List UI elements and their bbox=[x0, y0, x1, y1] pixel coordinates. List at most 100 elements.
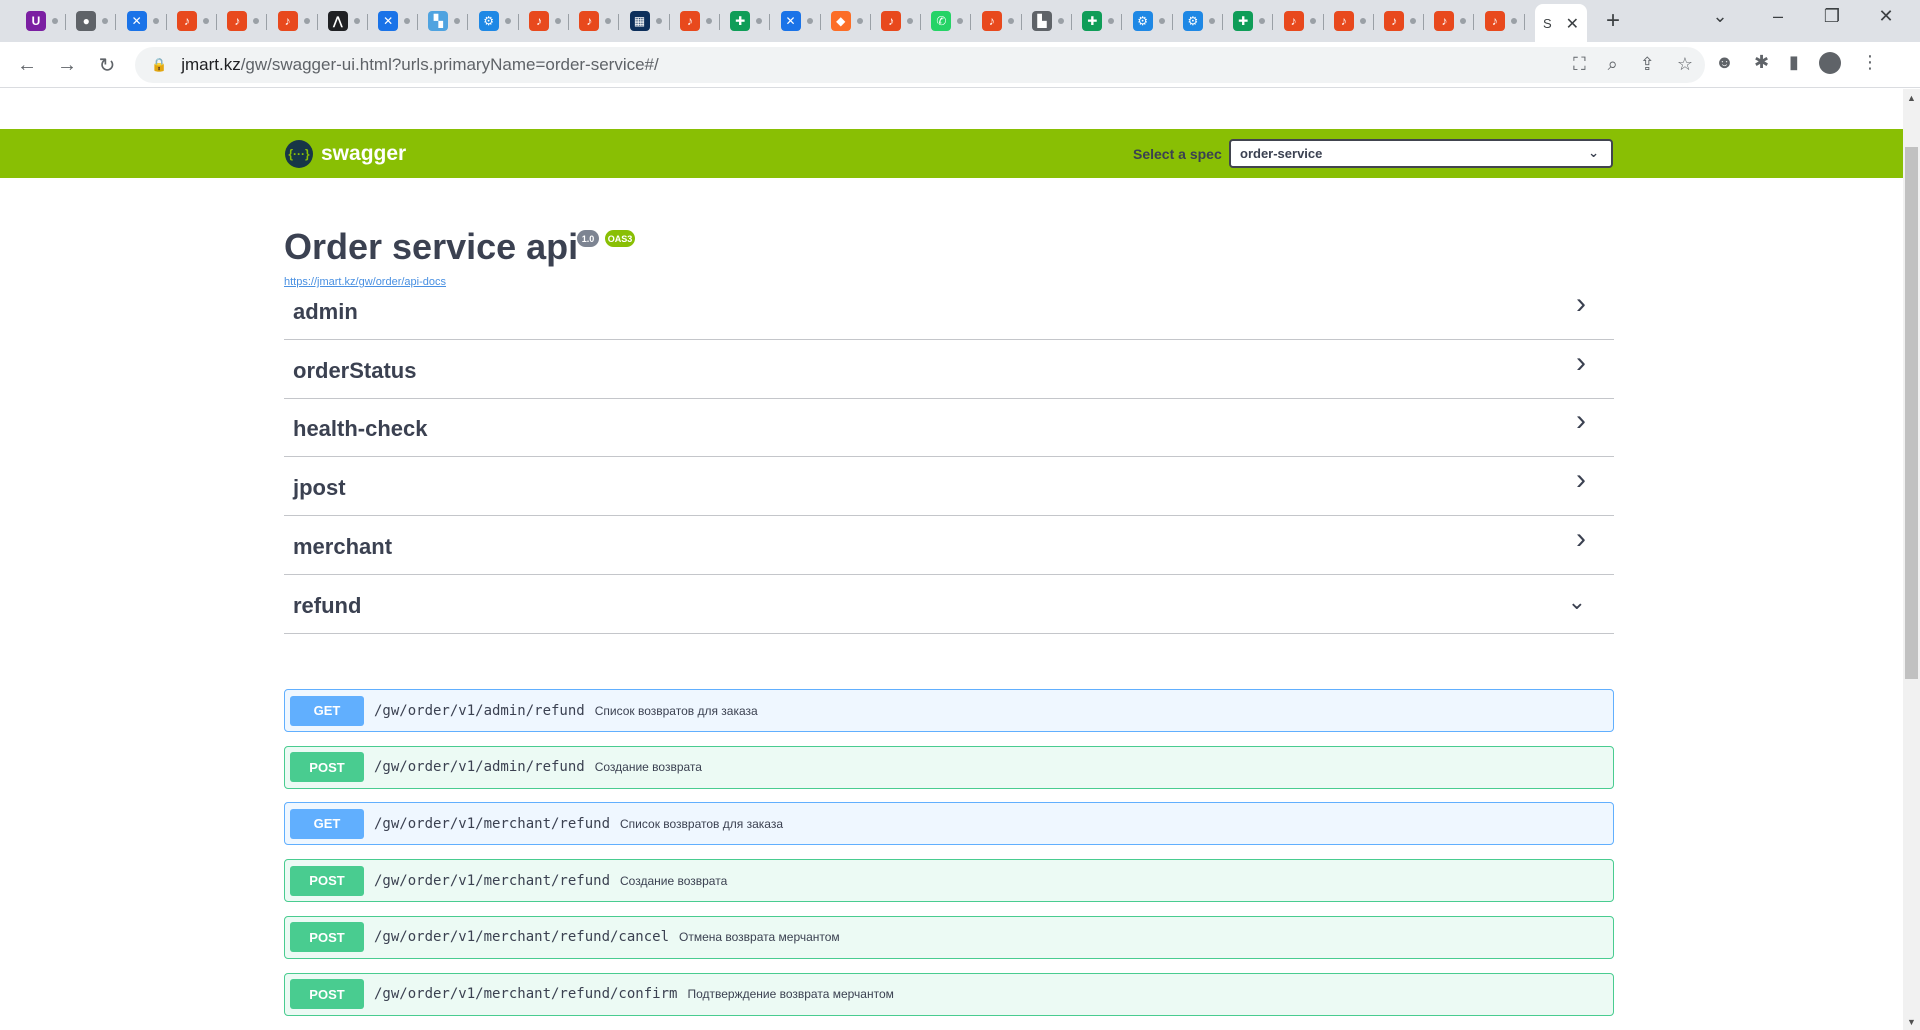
tab-separator bbox=[668, 14, 670, 30]
tab-separator bbox=[215, 14, 217, 30]
tab-indicator-icon bbox=[856, 18, 863, 24]
spec-select[interactable]: order-service ⌄ bbox=[1229, 139, 1613, 168]
extension-icon[interactable]: ☻ bbox=[1715, 52, 1734, 74]
tab-indicator-icon bbox=[1007, 18, 1014, 24]
tab-favicon-icon: ♪ bbox=[679, 11, 700, 31]
browser-tab[interactable]: ▦ bbox=[622, 6, 670, 36]
browser-tab[interactable]: ✕ bbox=[119, 6, 167, 36]
browser-tab[interactable]: ♪ bbox=[974, 6, 1022, 36]
operation-summary: Список возвратов для заказа bbox=[594, 703, 758, 718]
browser-tab[interactable]: ⚙ bbox=[471, 6, 519, 36]
browser-tab[interactable]: ♪ bbox=[219, 6, 268, 36]
chevron-right-icon[interactable]: › bbox=[1576, 522, 1586, 556]
operation-block[interactable]: POST/gw/order/v1/merchant/refund/confirm… bbox=[284, 972, 1614, 1016]
tab-separator bbox=[1423, 14, 1425, 30]
zoom-icon[interactable]: ⌕ bbox=[1608, 54, 1618, 75]
scroll-down-icon[interactable]: ▼ bbox=[1903, 1013, 1920, 1030]
browser-tab[interactable]: ✚ bbox=[722, 6, 771, 36]
tag-section-admin[interactable]: admin › bbox=[284, 281, 1614, 340]
operation-block[interactable]: POST/gw/order/v1/merchant/refund Создание… bbox=[284, 859, 1614, 903]
tab-favicon-icon: ▙ bbox=[1032, 11, 1052, 31]
swagger-logo[interactable]: {···} swagger bbox=[285, 140, 406, 168]
tab-indicator-icon bbox=[1510, 18, 1517, 24]
close-tab-icon[interactable]: ✕ bbox=[1566, 14, 1579, 34]
method-badge: POST bbox=[290, 922, 364, 953]
browser-tab[interactable]: ● bbox=[68, 6, 117, 36]
new-tab-button[interactable]: + bbox=[1600, 7, 1626, 34]
operation-path: /gw/order/v1/merchant/refund bbox=[374, 872, 611, 889]
operation-block[interactable]: GET/gw/order/v1/merchant/refund Список во… bbox=[284, 802, 1614, 846]
translate-icon[interactable]: ⛶ bbox=[1573, 54, 1586, 75]
browser-tab[interactable]: ♪ bbox=[571, 6, 620, 36]
browser-tab[interactable]: ▙ bbox=[1024, 6, 1072, 36]
operation-summary: Создание возврата bbox=[620, 873, 728, 888]
chevron-down-icon: ⌄ bbox=[1588, 145, 1599, 160]
browser-tab[interactable]: ✕ bbox=[773, 6, 821, 36]
tab-separator bbox=[1523, 14, 1525, 30]
browser-tab[interactable]: ♪ bbox=[270, 6, 318, 36]
tab-indicator-icon bbox=[1108, 18, 1115, 24]
share-icon[interactable]: ⇪ bbox=[1640, 54, 1655, 75]
active-tab[interactable]: S ✕ bbox=[1535, 4, 1587, 42]
chevron-down-icon[interactable]: ⌄ bbox=[1568, 589, 1586, 615]
tab-separator bbox=[467, 14, 469, 30]
puzzle-icon[interactable]: ✱ bbox=[1754, 52, 1769, 74]
scroll-up-icon[interactable]: ▲ bbox=[1903, 89, 1920, 106]
browser-tab[interactable]: ✚ bbox=[1225, 6, 1274, 36]
browser-tab[interactable]: ♪ bbox=[1426, 6, 1475, 36]
omnibox[interactable]: 🔒 jmart.kz/gw/swagger-ui.html?urls.prima… bbox=[135, 47, 1705, 83]
browser-tab[interactable]: ♪ bbox=[1326, 6, 1374, 36]
tag-name: admin bbox=[293, 299, 358, 324]
browser-tab[interactable]: ⚙ bbox=[1125, 6, 1173, 36]
browser-tab[interactable]: ⋀ bbox=[320, 6, 368, 36]
url-text[interactable]: jmart.kz/gw/swagger-ui.html?urls.primary… bbox=[181, 55, 659, 75]
tab-separator bbox=[970, 14, 972, 30]
browser-tab[interactable]: ✆ bbox=[923, 6, 972, 36]
browser-tab[interactable]: ♪ bbox=[873, 6, 922, 36]
chevron-right-icon[interactable]: › bbox=[1576, 287, 1586, 321]
chevron-right-icon[interactable]: › bbox=[1576, 346, 1586, 380]
browser-tab[interactable]: ♪ bbox=[1376, 6, 1425, 36]
menu-icon[interactable]: ⋮ bbox=[1861, 52, 1879, 74]
reload-icon[interactable]: ↻ bbox=[92, 50, 122, 80]
minimize-icon[interactable]: – bbox=[1760, 6, 1796, 27]
chevron-right-icon[interactable]: › bbox=[1576, 463, 1586, 497]
browser-tab[interactable]: ♪ bbox=[1477, 6, 1525, 36]
chevron-right-icon[interactable]: › bbox=[1576, 404, 1586, 438]
tab-indicator-icon bbox=[907, 18, 914, 24]
close-window-icon[interactable]: ✕ bbox=[1868, 6, 1904, 27]
browser-tab[interactable]: ▚ bbox=[420, 6, 469, 36]
browser-tab[interactable]: ♪ bbox=[169, 6, 217, 36]
scrollbar-thumb[interactable] bbox=[1905, 147, 1918, 679]
tag-section-orderStatus[interactable]: orderStatus › bbox=[284, 340, 1614, 399]
tab-indicator-icon bbox=[1460, 18, 1467, 24]
browser-tab[interactable]: U bbox=[18, 6, 66, 36]
tab-favicon-icon: ✕ bbox=[780, 11, 801, 31]
restore-icon[interactable]: ❐ bbox=[1814, 6, 1850, 27]
tab-separator bbox=[366, 14, 368, 30]
operation-block[interactable]: POST/gw/order/v1/merchant/refund/cancel О… bbox=[284, 915, 1614, 959]
browser-tab[interactable]: ✕ bbox=[370, 6, 419, 36]
tab-favicon-icon: ⋀ bbox=[327, 11, 348, 31]
tag-section-merchant[interactable]: merchant › bbox=[284, 516, 1614, 575]
tab-indicator-icon bbox=[1259, 18, 1266, 24]
browser-tab[interactable]: ♪ bbox=[672, 6, 720, 36]
browser-tab[interactable]: ✚ bbox=[1074, 6, 1123, 36]
profile-avatar[interactable] bbox=[1818, 52, 1841, 74]
lock-icon[interactable]: 🔒 bbox=[151, 57, 167, 73]
browser-tab[interactable]: ⚙ bbox=[1175, 6, 1223, 36]
browser-tab[interactable]: ◆ bbox=[823, 6, 871, 36]
browser-tab[interactable]: ♪ bbox=[1276, 6, 1324, 36]
tag-section-refund[interactable]: refund ⌄ bbox=[284, 575, 1614, 634]
operation-summary: Подтверждение возврата мерчантом bbox=[687, 987, 894, 1001]
browser-tab[interactable]: ♪ bbox=[521, 6, 569, 36]
tab-search-icon[interactable]: ⌄ bbox=[1702, 6, 1738, 27]
operation-block[interactable]: POST/gw/order/v1/admin/refund Создание во… bbox=[284, 745, 1614, 789]
tag-section-jpost[interactable]: jpost › bbox=[284, 457, 1614, 517]
tag-section-health-check[interactable]: health-check › bbox=[284, 398, 1614, 458]
operation-block[interactable]: GET/gw/order/v1/admin/refund Список возвр… bbox=[284, 689, 1614, 732]
side-panel-icon[interactable]: ▮ bbox=[1789, 52, 1799, 74]
bookmark-star-icon[interactable]: ☆ bbox=[1677, 54, 1693, 75]
forward-icon[interactable]: → bbox=[52, 50, 82, 80]
back-icon[interactable]: ← bbox=[12, 50, 42, 80]
